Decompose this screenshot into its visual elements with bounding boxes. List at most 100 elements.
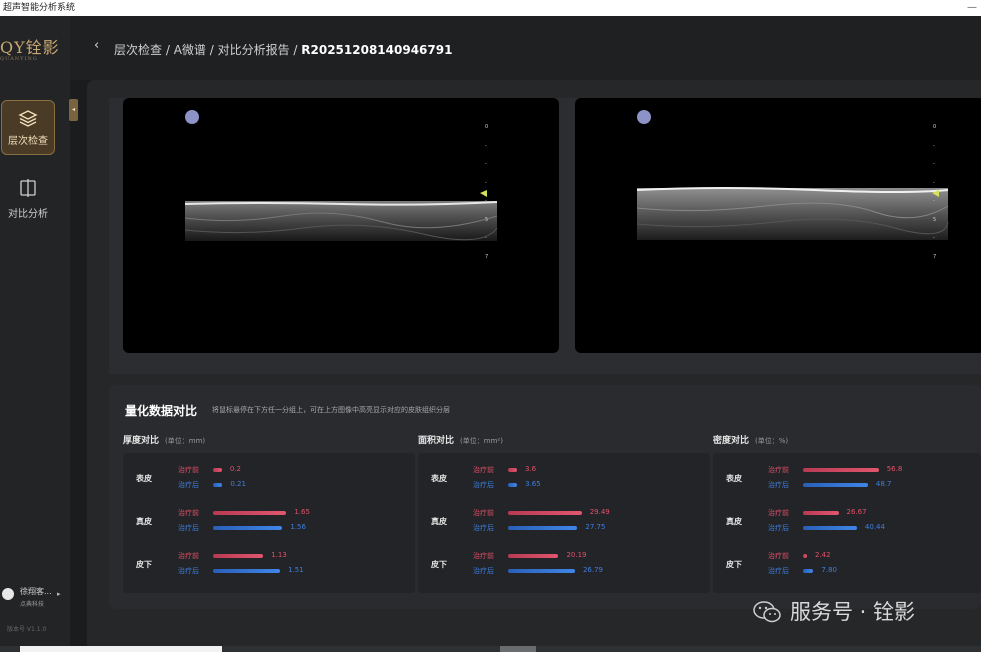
brand-logo-text: QY铨影 (0, 38, 60, 57)
post-treatment-bar (213, 483, 223, 487)
depth-scale-tick: 5 (933, 216, 937, 223)
layer-label: 皮下 (136, 560, 152, 569)
pre-treatment-bar (508, 468, 517, 472)
depth-scale-tick: 7 (485, 254, 489, 260)
ultrasound-image-after[interactable]: 0 - - - - 5 - 7 (575, 98, 981, 353)
comparison-group[interactable] (713, 453, 981, 593)
post-treatment-value: 26.79 (582, 566, 604, 574)
breadcrumb-item-case[interactable]: A微谱 (174, 43, 206, 57)
chevron-right-icon: ▸ (57, 590, 61, 598)
group-title: 密度对比 (单位：%) (713, 433, 788, 446)
post-treatment-bar (803, 483, 868, 487)
pre-treatment-label: 治疗前 (768, 466, 789, 474)
brand-logo: QY铨影 QUANYING (0, 34, 70, 62)
post-treatment-label: 治疗后 (473, 567, 494, 575)
probe-marker-icon (637, 110, 651, 124)
probe-marker-icon (185, 110, 199, 124)
pre-treatment-label: 治疗前 (473, 466, 494, 474)
layer-label: 表皮 (136, 474, 152, 483)
pre-treatment-value: 20.19 (566, 551, 587, 559)
user-name: 徐翔客... (20, 587, 52, 596)
sidebar-item-compare[interactable]: 对比分析 (0, 178, 56, 228)
back-button[interactable]: ‹ (94, 38, 99, 53)
post-treatment-label: 治疗后 (473, 524, 494, 532)
minimize-button[interactable]: — (967, 0, 977, 16)
window-titlebar: 超声智能分析系统 — (0, 0, 981, 16)
layer-label: 皮下 (726, 560, 742, 569)
pre-treatment-bar (803, 554, 807, 558)
depth-scale: 0 - - - - 5 - 7 (485, 124, 495, 260)
pre-treatment-bar (803, 511, 839, 515)
user-profile[interactable]: 徐翔客... 点典科技 ▸ (0, 584, 70, 614)
pre-treatment-bar (213, 554, 264, 558)
pre-treatment-value: 56.8 (886, 465, 903, 473)
pre-treatment-bar (213, 468, 222, 472)
pre-treatment-value: 3.6 (525, 465, 537, 473)
taskbar-item[interactable] (20, 646, 222, 652)
sidebar: QY铨影 QUANYING 层次检查 对比分析 徐翔客... 点典科技 ▸ 版本… (0, 16, 70, 652)
sidebar-item-label: 对比分析 (8, 209, 48, 220)
pre-treatment-value: 2.42 (815, 551, 831, 559)
watermark-text: 服务号 · 铨影 (790, 600, 916, 624)
post-treatment-bar (803, 526, 857, 530)
pre-treatment-bar (508, 511, 582, 515)
layer-label: 真皮 (431, 517, 447, 526)
depth-scale-tick: - (485, 198, 487, 205)
post-treatment-label: 治疗后 (768, 481, 789, 489)
post-treatment-bar (508, 569, 575, 573)
version-label: 版本号 V1.1.0 (7, 626, 47, 633)
post-treatment-label: 治疗后 (178, 524, 199, 532)
pre-treatment-label: 治疗前 (178, 509, 199, 517)
quant-title: 量化数据对比 (125, 404, 198, 418)
breadcrumb-item-report[interactable]: 对比分析报告 (218, 43, 290, 57)
depth-scale-tick: 7 (933, 254, 937, 260)
post-treatment-label: 治疗后 (178, 481, 199, 489)
depth-scale-tick: 5 (485, 216, 489, 223)
layer-label: 真皮 (136, 517, 152, 526)
sidebar-item-label: 层次检查 (8, 136, 48, 147)
post-treatment-bar (213, 569, 281, 573)
post-treatment-value: 0.21 (230, 480, 246, 488)
pre-treatment-value: 26.67 (846, 508, 867, 516)
post-treatment-value: 27.75 (585, 523, 606, 531)
breadcrumb-separator: / (205, 43, 218, 57)
group-title-text: 密度对比 (713, 436, 750, 446)
layer-label: 真皮 (726, 517, 742, 526)
depth-scale-tick: 0 (933, 124, 937, 130)
window-title: 超声智能分析系统 (3, 3, 76, 13)
compare-icon (20, 179, 36, 197)
layer-label: 皮下 (431, 560, 447, 569)
report-id: R20251208140946791 (301, 43, 453, 57)
post-treatment-value: 48.7 (875, 480, 892, 488)
pre-treatment-label: 治疗前 (178, 466, 199, 474)
group-title: 厚度对比 (单位：mm) (123, 433, 205, 446)
user-org: 点典科技 (20, 601, 45, 608)
post-treatment-label: 治疗后 (473, 481, 494, 489)
group-title-text: 厚度对比 (123, 436, 160, 446)
group-unit: (单位：mm²) (460, 437, 503, 445)
post-treatment-bar (508, 526, 578, 530)
post-treatment-label: 治疗后 (768, 567, 789, 575)
pre-treatment-value: 29.49 (589, 508, 610, 516)
avatar (2, 588, 14, 600)
depth-scale-tick: - (933, 161, 935, 168)
wechat-icon (753, 601, 781, 623)
pre-treatment-label: 治疗前 (178, 552, 199, 560)
sidebar-collapse-button[interactable]: ◂ (69, 99, 78, 121)
layer-label: 表皮 (726, 474, 742, 483)
depth-scale-tick: - (933, 142, 935, 149)
post-treatment-value: 1.51 (288, 566, 304, 574)
depth-scale-tick: - (933, 235, 935, 242)
group-title-text: 面积对比 (418, 436, 455, 446)
sidebar-item-layer-check[interactable]: 层次检查 (1, 100, 55, 155)
chevron-left-icon: ‹ (94, 38, 100, 53)
taskbar-item[interactable] (500, 646, 536, 652)
pre-treatment-label: 治疗前 (768, 552, 789, 560)
layer-label: 表皮 (431, 474, 447, 483)
pre-treatment-value: 0.2 (229, 465, 242, 473)
breadcrumb-item-layer-check[interactable]: 层次检查 (114, 43, 162, 57)
ultrasound-image-before[interactable]: 0 - - - - 5 - 7 (123, 98, 559, 353)
pre-treatment-value: 1.65 (294, 508, 310, 516)
depth-scale-tick: - (485, 235, 487, 242)
breadcrumb-separator: / (289, 43, 302, 57)
